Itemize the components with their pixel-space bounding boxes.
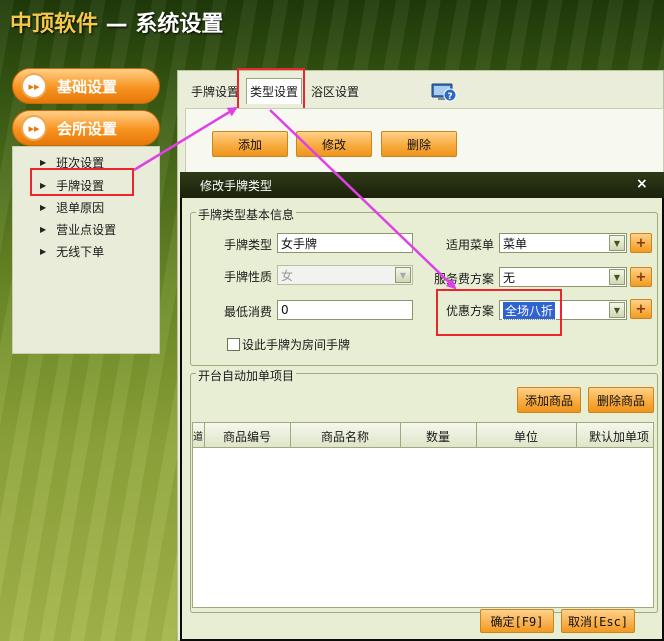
nav-item-business-point-settings[interactable]: ▶ 营业点设置: [40, 221, 116, 238]
add-button[interactable]: 添加: [212, 131, 288, 157]
highlight-box-nav: [30, 168, 134, 196]
min-consumption-input[interactable]: 0: [277, 300, 413, 320]
triangle-icon: ▶: [40, 225, 47, 234]
confirm-button[interactable]: 确定[F9]: [480, 609, 554, 633]
nav-group-basic-settings[interactable]: ▸▸ 基础设置: [12, 68, 160, 104]
dialog-title: 修改手牌类型: [200, 178, 273, 193]
min-consumption-label: 最低消费: [224, 305, 273, 319]
menu-select[interactable]: 菜单 ▼: [499, 233, 627, 253]
title-separator: —: [98, 12, 136, 37]
plus-icon: +: [635, 301, 647, 317]
menu-label: 适用菜单: [446, 238, 495, 252]
type-label: 手牌类型: [224, 238, 273, 252]
nav-group-label: 基础设置: [57, 77, 118, 96]
nav-item-refund-reasons[interactable]: ▶ 退单原因: [40, 199, 104, 216]
chevron-down-icon: ▼: [395, 267, 411, 283]
service-fee-label: 服务费方案: [434, 272, 495, 286]
nav-group-club-settings[interactable]: ▸▸ 会所设置: [12, 110, 160, 146]
nature-select: 女 ▼: [277, 265, 413, 285]
room-wristband-label: 设此手牌为房间手牌: [242, 338, 351, 352]
column-header: 默认加单项: [588, 430, 649, 444]
add-service-fee-button[interactable]: +: [630, 267, 652, 287]
close-icon[interactable]: ×: [636, 176, 648, 192]
nature-select-value: 女: [281, 268, 294, 283]
nav-item-label: 无线下单: [56, 245, 105, 259]
type-input[interactable]: 女手牌: [277, 233, 413, 253]
auto-items-group-label: 开台自动加单项目: [196, 367, 297, 384]
auto-items-table[interactable]: [192, 422, 654, 608]
column-header: 道: [193, 432, 203, 443]
room-wristband-checkbox[interactable]: [227, 338, 240, 351]
triangle-icon: ▶: [40, 247, 47, 256]
column-header: 商品编号: [222, 430, 271, 444]
tab-wristband-settings[interactable]: 手牌设置: [191, 83, 239, 100]
min-consumption-value: 0: [281, 303, 289, 317]
help-monitor-icon[interactable]: ?: [431, 82, 457, 102]
add-goods-button[interactable]: 添加商品: [517, 387, 581, 413]
dialog-title-bar: 修改手牌类型: [180, 172, 664, 198]
nature-label: 手牌性质: [224, 270, 273, 284]
page-title: 系统设置: [135, 12, 224, 37]
forward-icon: ▸▸: [23, 75, 45, 97]
plus-icon: +: [635, 235, 647, 251]
svg-text:?: ?: [447, 92, 452, 102]
column-header: 单位: [513, 430, 538, 444]
app-title: 中顶软件 — 系统设置: [10, 6, 223, 38]
menu-select-value: 菜单: [503, 236, 528, 251]
delete-button[interactable]: 删除: [381, 131, 457, 157]
nav-group-label: 会所设置: [57, 119, 118, 138]
forward-icon: ▸▸: [23, 117, 45, 139]
chevron-down-icon[interactable]: ▼: [609, 235, 625, 251]
chevron-down-icon[interactable]: ▼: [609, 302, 625, 318]
column-header: 商品名称: [320, 430, 369, 444]
add-menu-button[interactable]: +: [630, 233, 652, 253]
highlight-box-tab: [237, 68, 305, 110]
triangle-icon: ▶: [40, 203, 47, 212]
chevron-down-icon[interactable]: ▼: [609, 269, 625, 285]
service-fee-value: 无: [503, 270, 516, 285]
edit-button[interactable]: 修改: [296, 131, 372, 157]
nav-item-wireless-order[interactable]: ▶ 无线下单: [40, 243, 104, 260]
add-discount-button[interactable]: +: [630, 299, 652, 319]
type-input-value: 女手牌: [281, 236, 318, 251]
column-divider: [576, 422, 577, 448]
cancel-button[interactable]: 取消[Esc]: [561, 609, 635, 633]
triangle-icon: ▶: [40, 158, 47, 167]
brand-name: 中顶软件: [10, 12, 99, 37]
tab-bath-area-settings[interactable]: 浴区设置: [311, 83, 359, 100]
basic-info-group-label: 手牌类型基本信息: [196, 206, 297, 223]
highlight-box-discount: [436, 289, 562, 336]
delete-goods-button[interactable]: 删除商品: [588, 387, 654, 413]
service-fee-select[interactable]: 无 ▼: [499, 267, 627, 287]
plus-icon: +: [635, 269, 647, 285]
nav-item-label: 退单原因: [56, 201, 105, 215]
column-header: 数量: [425, 430, 450, 444]
nav-item-label: 营业点设置: [56, 223, 117, 237]
